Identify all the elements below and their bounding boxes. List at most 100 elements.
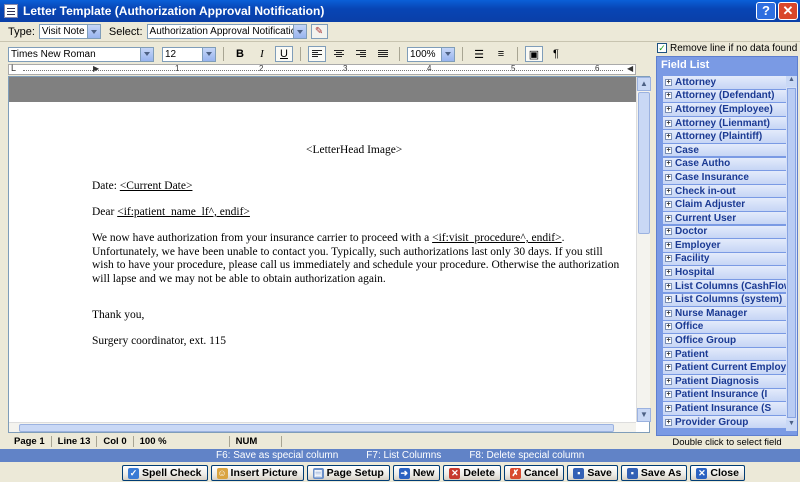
field-list-item[interactable]: + Claim Adjuster bbox=[663, 198, 786, 211]
editor-horizontal-scrollbar[interactable] bbox=[9, 422, 636, 432]
indent-marker-icon[interactable]: ▶ bbox=[93, 64, 99, 73]
edit-template-button[interactable]: ✎ bbox=[310, 24, 328, 39]
expand-plus-icon[interactable]: + bbox=[665, 105, 672, 113]
expand-plus-icon[interactable]: + bbox=[665, 187, 672, 195]
field-list-item[interactable]: + Attorney (Employee) bbox=[663, 103, 786, 116]
zoom-dropdown[interactable]: 100% bbox=[407, 46, 455, 62]
chevron-down-icon[interactable] bbox=[140, 47, 153, 61]
field-list-item[interactable]: + Patient Insurance (I bbox=[663, 388, 786, 402]
expand-plus-icon[interactable]: + bbox=[665, 92, 672, 100]
field-list[interactable]: + Attorney + Attorney (Defendant) + Attorney … bbox=[663, 76, 786, 431]
expand-plus-icon[interactable]: + bbox=[665, 364, 672, 372]
date-merge-field[interactable]: <Current Date> bbox=[120, 180, 193, 192]
field-list-item[interactable]: + Attorney (Lienmant) bbox=[663, 116, 786, 130]
field-list-item[interactable]: + List Columns (system) bbox=[663, 293, 786, 306]
close-button[interactable]: ✕ Close bbox=[690, 465, 745, 481]
scroll-down-icon[interactable]: ▼ bbox=[637, 408, 651, 422]
expand-plus-icon[interactable]: + bbox=[665, 241, 672, 249]
field-list-item[interactable]: + Patient bbox=[663, 347, 786, 361]
expand-plus-icon[interactable]: + bbox=[665, 405, 672, 412]
field-list-item[interactable]: + Case Autho bbox=[663, 157, 786, 171]
italic-button[interactable]: I bbox=[253, 46, 271, 62]
remove-line-checkbox[interactable]: ✓ bbox=[657, 43, 667, 53]
scroll-down-icon[interactable]: ▼ bbox=[786, 420, 797, 431]
field-list-item[interactable]: + Employer bbox=[663, 239, 786, 252]
expand-plus-icon[interactable]: + bbox=[665, 201, 672, 209]
insert-picture-button[interactable]: ☺ Insert Picture bbox=[210, 465, 304, 481]
expand-plus-icon[interactable]: + bbox=[665, 282, 672, 290]
letter-page[interactable]: <LetterHead Image> Date: <Current Date> … bbox=[9, 102, 636, 422]
patient-name-merge-field[interactable]: <if:patient_name_lf^, endif> bbox=[117, 206, 250, 218]
help-button[interactable]: ? bbox=[756, 2, 776, 20]
align-left-button[interactable] bbox=[308, 46, 326, 62]
chevron-down-icon[interactable] bbox=[202, 47, 215, 61]
font-size-dropdown[interactable]: 12 bbox=[162, 46, 216, 62]
indent-button[interactable]: ≡ bbox=[492, 46, 510, 62]
template-dropdown[interactable]: Authorization Approval Notification bbox=[146, 24, 307, 39]
scroll-thumb[interactable] bbox=[19, 424, 614, 432]
expand-plus-icon[interactable]: + bbox=[665, 214, 672, 222]
field-list-item[interactable]: + Nurse Manager bbox=[663, 307, 786, 320]
font-dropdown[interactable]: Times New Roman bbox=[8, 46, 154, 62]
chevron-down-icon[interactable] bbox=[292, 25, 306, 38]
field-list-item[interactable]: + Hospital bbox=[663, 266, 786, 279]
chevron-down-icon[interactable] bbox=[441, 47, 454, 61]
expand-plus-icon[interactable]: + bbox=[665, 350, 672, 358]
type-dropdown[interactable]: Visit Note bbox=[38, 24, 101, 39]
field-list-item[interactable]: + Current User bbox=[663, 211, 786, 225]
procedure-merge-field[interactable]: <if:visit_procedure^, endif> bbox=[432, 232, 562, 244]
field-list-item[interactable]: + Facility bbox=[663, 252, 786, 266]
expand-plus-icon[interactable]: + bbox=[665, 269, 672, 277]
show-paragraph-marks-button[interactable]: ¶ bbox=[547, 46, 565, 62]
delete-button[interactable]: ✕ Delete bbox=[443, 465, 501, 481]
scroll-up-icon[interactable]: ▲ bbox=[786, 76, 797, 87]
new-button[interactable]: ➜ New bbox=[392, 465, 441, 481]
expand-plus-icon[interactable]: + bbox=[665, 255, 672, 263]
field-list-item[interactable]: + Patient Insurance (S bbox=[663, 402, 786, 415]
field-list-item[interactable]: + Attorney (Defendant) bbox=[663, 89, 786, 103]
remove-line-option[interactable]: ✓ Remove line if no data found bbox=[657, 42, 800, 54]
field-list-item[interactable]: + Attorney bbox=[663, 76, 786, 89]
expand-plus-icon[interactable]: + bbox=[665, 160, 672, 168]
ruler[interactable]: L ▶ 1 2 3 4 5 6 ◀ bbox=[8, 63, 636, 75]
right-margin-marker-icon[interactable]: ◀ bbox=[627, 64, 633, 73]
align-center-button[interactable] bbox=[330, 46, 348, 62]
justify-button[interactable] bbox=[374, 46, 392, 62]
numbered-list-button[interactable]: ☰ bbox=[470, 46, 488, 62]
field-list-item[interactable]: + Patient Diagnosis bbox=[663, 375, 786, 388]
field-list-item[interactable]: + Patient Current Employer bbox=[663, 361, 786, 374]
field-list-item[interactable]: + Attorney (Plaintiff) bbox=[663, 130, 786, 143]
chevron-down-icon[interactable] bbox=[86, 25, 100, 38]
field-list-item[interactable]: + Case Insurance bbox=[663, 171, 786, 184]
expand-plus-icon[interactable]: + bbox=[665, 119, 672, 127]
expand-plus-icon[interactable]: + bbox=[665, 323, 672, 331]
expand-plus-icon[interactable]: + bbox=[665, 146, 672, 154]
expand-plus-icon[interactable]: + bbox=[665, 418, 672, 426]
cancel-button[interactable]: ✗ Cancel bbox=[503, 465, 565, 481]
field-list-item[interactable]: + Office Group bbox=[663, 334, 786, 347]
field-list-item[interactable]: + Check in-out bbox=[663, 184, 786, 198]
scroll-thumb[interactable] bbox=[638, 92, 650, 234]
expand-plus-icon[interactable]: + bbox=[665, 337, 672, 345]
expand-plus-icon[interactable]: + bbox=[665, 133, 672, 141]
page-border-button[interactable]: ▣ bbox=[525, 46, 543, 62]
field-list-item[interactable]: + Doctor bbox=[663, 225, 786, 239]
expand-plus-icon[interactable]: + bbox=[665, 173, 672, 181]
field-list-item[interactable]: + Office bbox=[663, 320, 786, 334]
editor-vertical-scrollbar[interactable]: ▲ ▼ bbox=[636, 77, 651, 422]
save-button[interactable]: ▪ Save bbox=[567, 465, 618, 481]
spell-check-button[interactable]: ✓ Spell Check bbox=[122, 465, 208, 481]
scroll-up-icon[interactable]: ▲ bbox=[637, 77, 651, 91]
field-list-item[interactable]: + Provider Group bbox=[663, 415, 786, 429]
expand-plus-icon[interactable]: + bbox=[665, 296, 672, 304]
expand-plus-icon[interactable]: + bbox=[665, 377, 672, 385]
close-window-button[interactable]: ✕ bbox=[778, 2, 798, 20]
expand-plus-icon[interactable]: + bbox=[665, 78, 672, 86]
align-right-button[interactable] bbox=[352, 46, 370, 62]
expand-plus-icon[interactable]: + bbox=[665, 228, 672, 236]
field-list-scrollbar[interactable]: ▲ ▼ bbox=[786, 76, 797, 431]
letter-editor[interactable]: <LetterHead Image> Date: <Current Date> … bbox=[8, 76, 651, 433]
underline-button[interactable]: U bbox=[275, 46, 293, 62]
field-list-item[interactable]: + Case bbox=[663, 143, 786, 157]
expand-plus-icon[interactable]: + bbox=[665, 309, 672, 317]
